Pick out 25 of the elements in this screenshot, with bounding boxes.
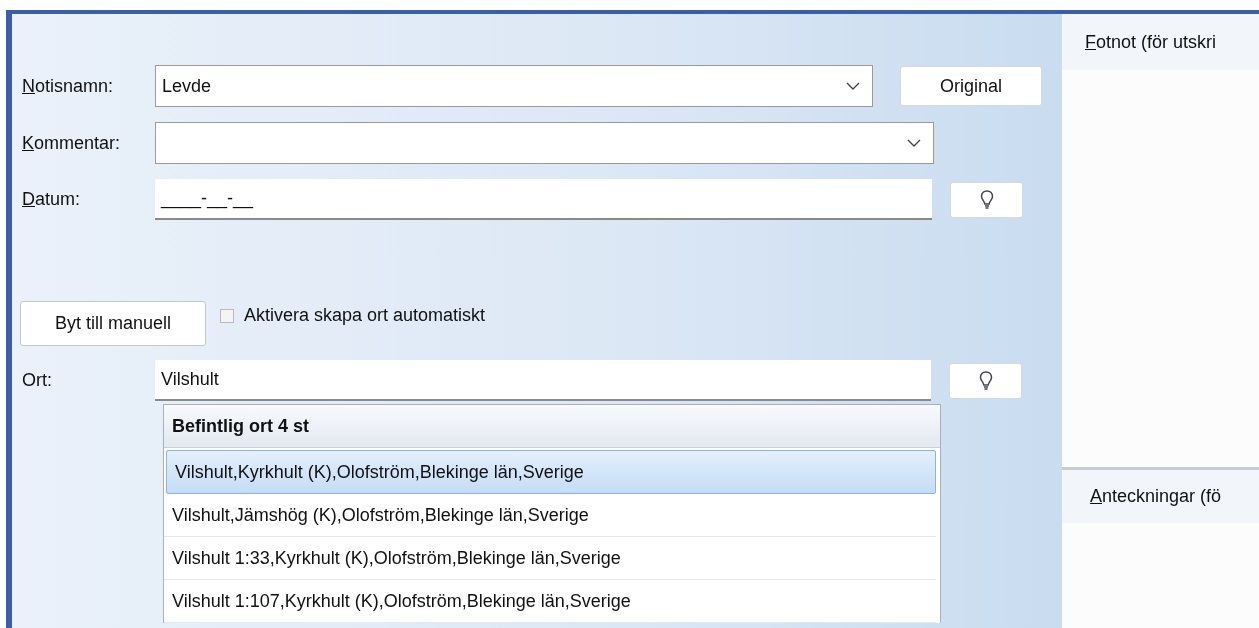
hint-button[interactable] xyxy=(949,362,1022,399)
original-button[interactable]: Original xyxy=(900,66,1042,106)
checkbox-label: Aktivera skapa ort automatiskt xyxy=(244,305,486,326)
section-header: Fotnot (för utskri xyxy=(1062,14,1259,70)
field-label: Notisnamn: xyxy=(21,75,115,97)
chevron-down-icon xyxy=(846,81,860,91)
field-label: Ort: xyxy=(21,370,53,391)
checkbox[interactable] xyxy=(220,308,234,323)
field-label: Datum: xyxy=(21,189,82,210)
combo-box[interactable]: Levde xyxy=(155,65,873,107)
switch-manual-button[interactable]: Byt till manuell xyxy=(20,301,206,346)
place-list-item[interactable]: Vilshult 1:107,Kyrkhult (K),Olofström,Blekinge län,Sverige xyxy=(164,580,936,623)
lightbulb-icon xyxy=(979,189,994,210)
hint-button[interactable] xyxy=(950,181,1023,218)
field-label: Kommentar: xyxy=(21,132,122,154)
input-field[interactable]: ____-__-__ xyxy=(155,179,932,220)
lightbulb-icon xyxy=(978,370,993,391)
place-list-item[interactable]: Vilshult 1:33,Kyrkhult (K),Olofström,Blekinge län,Sverige xyxy=(164,537,936,580)
section-header: Anteckningar (fö xyxy=(1062,470,1259,523)
place-list-item[interactable]: Vilshult,Kyrkhult (K),Olofström,Blekinge län,Sverige xyxy=(166,450,936,494)
chevron-down-icon xyxy=(907,138,921,148)
combo-box[interactable] xyxy=(155,122,934,164)
place-list-item[interactable]: Vilshult,Jämshög (K),Olofström,Blekinge län,Sverige xyxy=(164,494,936,537)
list-header: Befintlig ort 4 st xyxy=(164,405,940,448)
input-field[interactable]: Vilshult xyxy=(155,360,931,401)
